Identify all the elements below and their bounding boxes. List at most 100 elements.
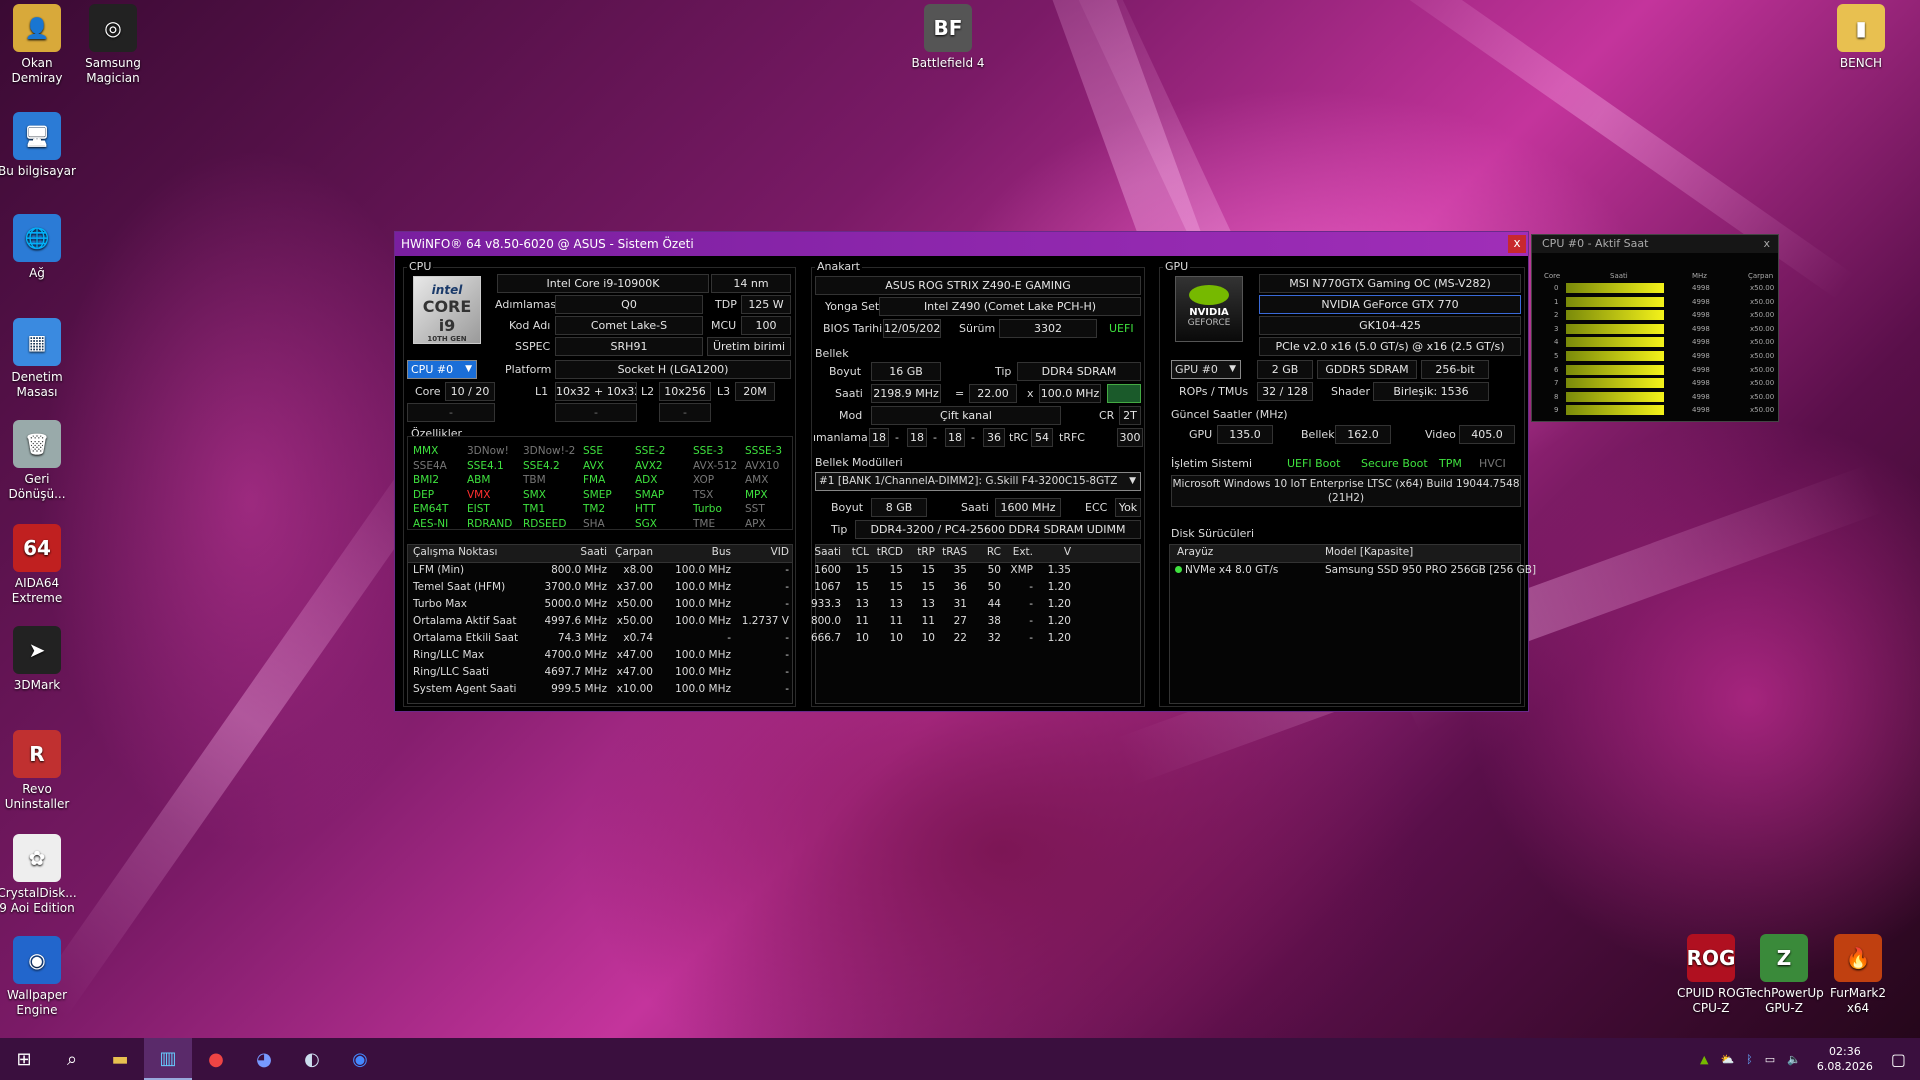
board-name: ASUS ROG STRIX Z490-E GAMING xyxy=(815,276,1141,295)
clock-time: 02:36 xyxy=(1829,1045,1861,1058)
side-mhz: 4998 xyxy=(1692,338,1710,347)
l2-label: L2 xyxy=(641,385,655,398)
gpu-selector[interactable]: GPU #0 ▼ xyxy=(1171,360,1241,379)
desktop-icon[interactable]: 🌐 Ağ xyxy=(0,214,77,281)
tray-network-icon[interactable]: ⛅ xyxy=(1720,1053,1734,1066)
feature-flag: EIST xyxy=(467,503,490,515)
mem-x: x xyxy=(1027,387,1034,400)
search-button[interactable]: ⌕ xyxy=(48,1038,96,1080)
feature-flag: AVX10 xyxy=(745,459,780,472)
gpu-vram: 2 GB xyxy=(1257,360,1313,379)
tray-nvidia-icon[interactable]: ▲ xyxy=(1700,1053,1708,1066)
desktop-icon-label: Revo Uninstaller xyxy=(4,782,70,811)
desktop-icon[interactable]: R Revo Uninstaller xyxy=(0,730,77,812)
taskbar-steam[interactable]: ◐ xyxy=(288,1038,336,1080)
timing-cell: 15 xyxy=(889,581,903,593)
cpu-selector[interactable]: CPU #0 ▼ xyxy=(407,360,477,379)
window-title-text: HWiNFO® 64 v8.50-6020 @ ASUS - Sistem Öz… xyxy=(401,237,694,251)
shader-value: Birleşik: 1536 xyxy=(1373,382,1489,401)
gpu-name[interactable]: NVIDIA GeForce GTX 770 xyxy=(1259,295,1521,314)
tpm-badge: TPM xyxy=(1439,457,1462,470)
desktop-icon[interactable]: BF Battlefield 4 xyxy=(908,4,988,71)
mem-clock-label: Saati xyxy=(835,387,863,400)
desktop-icon[interactable]: 🔥 FurMark2 x64 xyxy=(1818,934,1898,1016)
module-selector[interactable]: #1 [BANK 1/ChannelA-DIMM2]: G.Skill F4-3… xyxy=(815,472,1141,491)
ecc-label: ECC xyxy=(1085,501,1108,514)
module-size-value: 8 GB xyxy=(871,498,927,517)
desktop-icon[interactable]: ROG CPUID ROG CPU-Z xyxy=(1671,934,1751,1016)
timing-cell: 11 xyxy=(921,615,935,627)
tray-display-icon[interactable]: ▭ xyxy=(1765,1053,1775,1066)
taskbar-hwinfo[interactable]: ▥ xyxy=(144,1038,192,1080)
desktop-icon[interactable]: Z TechPowerUp GPU-Z xyxy=(1744,934,1824,1016)
desktop-icon[interactable]: ▮ BENCH xyxy=(1821,4,1901,71)
app-icon: ✿ xyxy=(13,834,61,882)
side-window-title[interactable]: CPU #0 - Aktif Saat x xyxy=(1532,235,1778,253)
desktop-icon[interactable]: 🖥 Bu bilgisayar xyxy=(0,112,77,179)
desktop-icon-label: Denetim Masası xyxy=(11,370,63,399)
desktop-icon[interactable]: ▦ Denetim Masası xyxy=(0,318,77,400)
app-icon: 64 xyxy=(13,524,61,572)
timing-cell: 31 xyxy=(953,598,967,610)
side-mult: x50.00 xyxy=(1750,324,1775,333)
desktop-icon[interactable]: ◉ Wallpaper Engine xyxy=(0,936,77,1018)
taskbar-explorer[interactable]: ▬ xyxy=(96,1038,144,1080)
side-core-index: 7 xyxy=(1554,379,1559,388)
op-cell: Temel Saat (HFM) xyxy=(413,581,506,593)
disk-interface: NVMe x4 8.0 GT/s xyxy=(1185,564,1279,576)
app-icon: Z xyxy=(1760,934,1808,982)
disk-row[interactable]: NVMe x4 8.0 GT/s xyxy=(1175,562,1278,579)
op-header: Çarpan xyxy=(615,546,653,558)
mem-cr-label: CR xyxy=(1099,409,1115,422)
taskbar-discord[interactable]: ◕ xyxy=(240,1038,288,1080)
platform-label: Platform xyxy=(505,363,552,376)
feature-flag: SSSE-3 xyxy=(745,445,783,457)
uefi-badge: UEFI xyxy=(1109,322,1134,335)
feature-flag: RDSEED xyxy=(523,517,567,530)
feature-flag: Turbo xyxy=(693,503,722,515)
desktop-icon-label: Okan Demiray xyxy=(11,56,63,85)
notification-icon[interactable]: ▢ xyxy=(1891,1050,1906,1069)
desktop-icon-label: CrystalDisk... 9 Aoi Edition xyxy=(0,886,77,915)
side-close-button[interactable]: x xyxy=(1763,235,1770,253)
feature-flag: VMX xyxy=(467,488,491,501)
tray-volume-icon[interactable]: 🔈 xyxy=(1787,1053,1801,1066)
l3-value: 20M xyxy=(735,382,775,401)
feature-flag: MMX xyxy=(413,445,439,457)
desktop-icon[interactable]: ✿ CrystalDisk... 9 Aoi Edition xyxy=(0,834,77,916)
feature-flag: TM2 xyxy=(583,503,606,515)
clock[interactable]: 02:36 6.08.2026 xyxy=(1817,1044,1873,1074)
timing-header: V xyxy=(1063,546,1071,558)
l1-label: L1 xyxy=(535,385,549,398)
close-button[interactable]: x xyxy=(1508,235,1526,253)
timing-cell: 50 xyxy=(987,581,1001,593)
start-button[interactable]: ⊞ xyxy=(0,1038,48,1080)
desktop-icon[interactable]: ◎ Samsung Magician xyxy=(73,4,153,86)
desktop-icon[interactable]: 64 AIDA64 Extreme xyxy=(0,524,77,606)
discord-icon: ◕ xyxy=(256,1048,272,1070)
desktop-icon-label: AIDA64 Extreme xyxy=(11,576,63,605)
production-unit: Üretim birimi xyxy=(707,337,791,356)
taskbar-ea[interactable]: ◉ xyxy=(336,1038,384,1080)
desktop-icon[interactable]: 👤 Okan Demiray xyxy=(0,4,77,86)
memory-section-title: Bellek xyxy=(815,347,849,360)
sspec-value: SRH91 xyxy=(555,337,703,356)
os-section-title: İşletim Sistemi xyxy=(1171,457,1253,470)
timing-cell: 11 xyxy=(855,615,869,627)
module-size-label: Boyut xyxy=(831,501,864,514)
ea-icon: ◉ xyxy=(352,1048,368,1070)
trc-label: tRC xyxy=(1009,431,1029,444)
window-title[interactable]: HWiNFO® 64 v8.50-6020 @ ASUS - Sistem Öz… xyxy=(395,232,1528,256)
sspec-label: SSPEC xyxy=(515,340,551,353)
chevron-down-icon: ▼ xyxy=(1229,364,1236,374)
op-cell: x37.00 xyxy=(616,581,653,593)
app-icon: BF xyxy=(924,4,972,52)
side-mhz: 4998 xyxy=(1692,311,1710,320)
module-type-label: Tip xyxy=(831,523,848,536)
mem-clock-value: 2198.9 MHz xyxy=(871,384,941,403)
desktop-icon[interactable]: 🗑 Geri Dönüşü... xyxy=(0,420,77,502)
tray-bluetooth-icon[interactable]: ᛒ xyxy=(1746,1053,1753,1066)
desktop-icon[interactable]: ➤ 3DMark xyxy=(0,626,77,693)
taskbar-chrome[interactable]: ● xyxy=(192,1038,240,1080)
feature-flag: RDRAND xyxy=(467,517,513,530)
